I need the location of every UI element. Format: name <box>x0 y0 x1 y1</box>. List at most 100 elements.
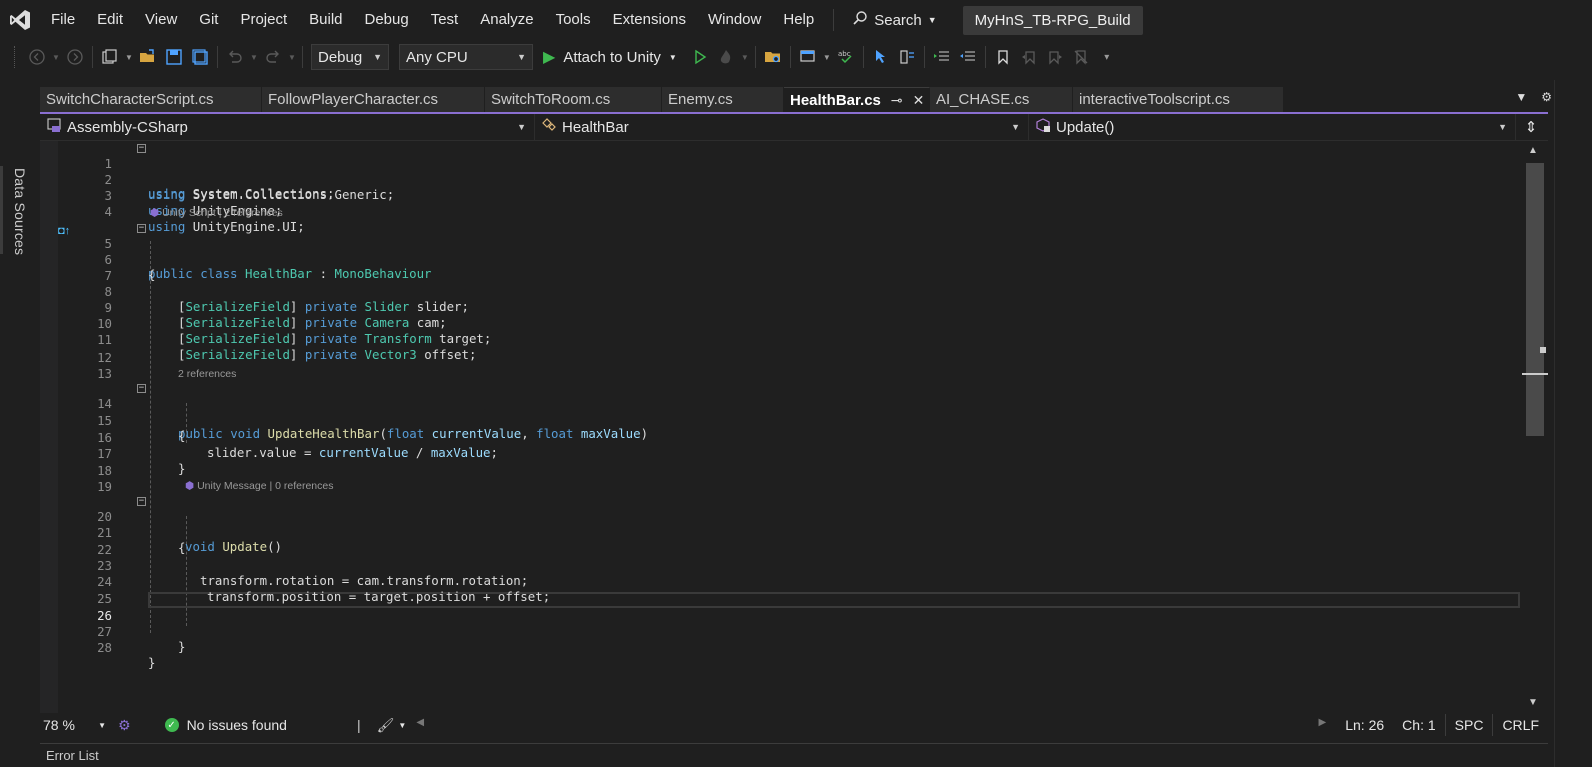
solution-name-badge[interactable]: MyHnS_TB-RPG_Build <box>962 5 1143 35</box>
scroll-down-icon[interactable]: ▼ <box>1528 697 1538 708</box>
code-line: 26 <box>40 593 1522 623</box>
menu-tools[interactable]: Tools <box>545 0 602 40</box>
save-all-icon[interactable] <box>187 44 213 70</box>
code-cleanup-icon[interactable]: 🖌 <box>377 717 395 734</box>
line-indicator[interactable]: Ln: 26 <box>1336 714 1393 736</box>
spell-check-icon[interactable]: abc <box>833 44 859 70</box>
tab-list-dropdown-icon[interactable]: ▼ <box>1515 90 1527 104</box>
redo-icon[interactable] <box>260 44 286 70</box>
collapse-icon[interactable]: − <box>137 224 146 233</box>
platform-dropdown[interactable]: Any CPU ▼ <box>399 44 533 70</box>
navigate-back-icon[interactable] <box>24 44 50 70</box>
bookmark-icon[interactable] <box>990 44 1016 70</box>
toolbar-grip[interactable] <box>14 46 18 68</box>
chevron-down-icon[interactable]: ▼ <box>123 44 135 70</box>
chevron-down-icon: ▼ <box>927 15 937 25</box>
navigate-forward-icon[interactable] <box>62 44 88 70</box>
chevron-down-icon[interactable]: ▼ <box>398 721 406 730</box>
left-tool-strip: Data Sources <box>0 80 34 767</box>
issues-indicator[interactable]: ✓ No issues found <box>164 717 287 733</box>
collapse-icon[interactable]: − <box>137 497 146 506</box>
next-bookmark-icon[interactable] <box>1042 44 1068 70</box>
attach-to-unity-button[interactable]: ▶ Attach to Unity ▼ <box>533 47 687 67</box>
collapse-icon[interactable]: − <box>137 144 146 153</box>
document-tab-well: SwitchCharacterScript.cs FollowPlayerCha… <box>40 87 1592 113</box>
line-ending-indicator[interactable]: CRLF <box>1492 714 1548 736</box>
scrollbar-thumb[interactable] <box>1526 163 1544 436</box>
chevron-down-icon[interactable]: ▼ <box>821 44 833 70</box>
scroll-up-icon[interactable]: ▲ <box>1528 145 1538 156</box>
tab-interactive-toolscript[interactable]: interactiveToolscript.cs <box>1073 87 1284 112</box>
scroll-left-icon[interactable]: ◀ <box>416 717 424 728</box>
open-folder-icon[interactable] <box>135 44 161 70</box>
start-without-debugging-icon[interactable] <box>687 44 713 70</box>
code-editor[interactable]: ◘↑ 1 − using System.Collections; 2 using… <box>40 141 1522 713</box>
indent-icon[interactable] <box>929 44 955 70</box>
configuration-dropdown[interactable]: Debug ▼ <box>311 44 389 70</box>
member-dropdown[interactable]: Update() ▼ <box>1029 114 1516 140</box>
vertical-scrollbar[interactable]: ▲ ▼ <box>1522 141 1548 713</box>
undo-icon[interactable] <box>222 44 248 70</box>
tab-ai-chase[interactable]: AI_CHASE.cs <box>930 87 1073 112</box>
menu-extensions[interactable]: Extensions <box>602 0 697 40</box>
menu-test[interactable]: Test <box>420 0 470 40</box>
browse-folder-icon[interactable] <box>760 44 786 70</box>
code-line: 4 using UnityEngine.UI; <box>40 189 1522 234</box>
outdent-icon[interactable] <box>955 44 981 70</box>
scroll-right-icon[interactable]: ▶ <box>1319 717 1327 728</box>
whitespace-indicator[interactable]: SPC <box>1444 714 1493 736</box>
collapse-icon[interactable]: − <box>137 384 146 393</box>
menu-file[interactable]: File <box>40 0 86 40</box>
tab-follow-player-character[interactable]: FollowPlayerCharacter.cs <box>262 87 485 112</box>
new-project-icon[interactable] <box>97 44 123 70</box>
codelens-class[interactable]: ⬢ Unity Script | 2 references <box>150 207 283 219</box>
project-dropdown[interactable]: Assembly-CSharp ▼ <box>40 114 535 140</box>
error-list-panel[interactable]: Error List <box>40 743 1548 767</box>
menu-edit[interactable]: Edit <box>86 0 134 40</box>
chevron-down-icon[interactable]: ▼ <box>286 44 298 70</box>
codelens-method[interactable]: 2 references <box>178 368 236 380</box>
member-name: Update() <box>1056 118 1115 136</box>
splitter-handle[interactable]: | <box>357 717 361 733</box>
hot-reload-icon[interactable] <box>713 44 739 70</box>
chevron-down-icon[interactable]: ▼ <box>739 44 751 70</box>
close-icon[interactable]: ✕ <box>913 92 925 109</box>
codelens-update[interactable]: ⬢ Unity Message | 0 references <box>185 480 333 492</box>
window-layout-icon[interactable] <box>795 44 821 70</box>
horizontal-scrollbar[interactable]: ◀ ▶ <box>416 716 1326 734</box>
tab-switch-character-script[interactable]: SwitchCharacterScript.cs <box>40 87 262 112</box>
split-editor-button[interactable]: ⇕ <box>1516 114 1548 140</box>
search-button[interactable]: Search ▼ <box>842 10 946 30</box>
menu-analyze[interactable]: Analyze <box>469 0 544 40</box>
save-icon[interactable] <box>161 44 187 70</box>
clear-bookmarks-icon[interactable] <box>1068 44 1094 70</box>
menu-view[interactable]: View <box>134 0 188 40</box>
menu-debug[interactable]: Debug <box>354 0 420 40</box>
code-line: 13 <box>40 351 1522 381</box>
chevron-down-icon[interactable]: ▼ <box>50 44 62 70</box>
format-document-icon[interactable] <box>894 44 920 70</box>
panel-title: Error List <box>46 748 99 763</box>
menu-build[interactable]: Build <box>298 0 353 40</box>
menu-git[interactable]: Git <box>188 0 229 40</box>
select-pointer-icon[interactable] <box>868 44 894 70</box>
toolbar-separator <box>984 46 986 68</box>
menu-help[interactable]: Help <box>772 0 825 40</box>
data-sources-tab[interactable]: Data Sources <box>10 168 28 255</box>
previous-bookmark-icon[interactable] <box>1016 44 1042 70</box>
column-indicator[interactable]: Ch: 1 <box>1393 714 1444 736</box>
tab-enemy[interactable]: Enemy.cs <box>662 87 784 112</box>
menu-separator <box>833 9 835 31</box>
gear-icon[interactable]: ⚙ <box>1541 90 1552 104</box>
zoom-dropdown[interactable]: 78 % ▼ <box>40 715 112 735</box>
pin-icon[interactable]: ⊸ <box>891 92 903 109</box>
menu-window[interactable]: Window <box>697 0 772 40</box>
type-dropdown[interactable]: HealthBar ▼ <box>535 114 1029 140</box>
chevron-down-icon[interactable]: ▼ <box>248 44 260 70</box>
code-line: 16 slider.value = currentValue / maxValu… <box>40 415 1522 460</box>
toolbar-overflow-icon[interactable]: ▾ <box>1094 44 1120 70</box>
intellicode-icon[interactable]: ⚙ <box>118 717 131 734</box>
tab-switch-to-room[interactable]: SwitchToRoom.cs <box>485 87 662 112</box>
menu-project[interactable]: Project <box>229 0 298 40</box>
tab-health-bar[interactable]: HealthBar.cs ⊸ ✕ <box>784 87 930 112</box>
